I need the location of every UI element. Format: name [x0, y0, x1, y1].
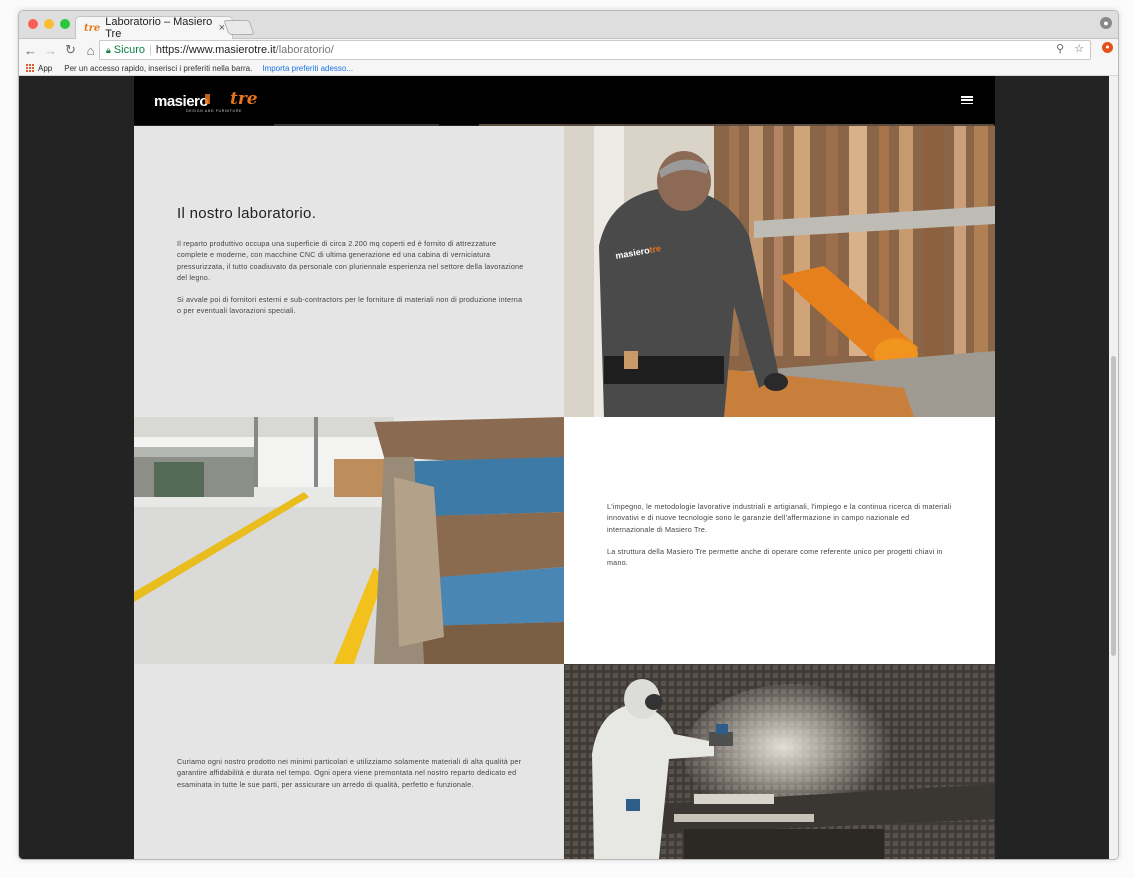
logo-accent-text: tre — [230, 91, 258, 109]
paint-booth-photo — [564, 664, 995, 859]
profile-icon[interactable]: ● — [1100, 17, 1112, 29]
logo-primary-text: masiero — [154, 93, 208, 110]
worker-saw-image: masierotre — [564, 126, 995, 417]
timber-photo — [134, 417, 564, 664]
window-controls — [28, 19, 70, 29]
site-content: masiero tre DESIGN AND FURNITURE Il nost… — [134, 76, 995, 859]
bookmarks-bar: App Per un accesso rapido, inserisci i p… — [19, 61, 1118, 76]
page-scrollbar[interactable] — [1109, 76, 1118, 859]
methods-panel: L'impegno, le metodologie lavorative ind… — [564, 417, 995, 664]
minimize-window-button[interactable] — [44, 19, 54, 29]
page-viewport: masiero tre DESIGN AND FURNITURE Il nost… — [19, 76, 1109, 859]
separator: | — [148, 44, 152, 56]
maximize-window-button[interactable] — [60, 19, 70, 29]
menu-icon[interactable] — [961, 96, 973, 104]
quality-panel: Curiamo ogni nostro prodotto nei minimi … — [134, 664, 564, 859]
reload-icon[interactable]: ↻ — [62, 42, 79, 58]
address-bar[interactable]: 🔒︎ Sicuro | https://www.masierotre.it /l… — [99, 40, 1091, 60]
import-bookmarks-link[interactable]: Importa preferiti adesso... — [262, 64, 353, 73]
tab-active[interactable]: tre Laboratorio – Masiero Tre × — [75, 16, 233, 40]
secure-label: Sicuro — [113, 44, 145, 56]
masiero-tre-logo[interactable]: masiero tre DESIGN AND FURNITURE — [154, 91, 269, 113]
methods-paragraph-2: La struttura della Masiero Tre permette … — [607, 546, 943, 568]
intro-panel: Il nostro laboratorio. Il reparto produt… — [134, 126, 564, 417]
intro-paragraph-2: Si avvale poi di fornitori esterni e sub… — [177, 295, 523, 316]
home-icon[interactable]: ⌂ — [82, 43, 99, 58]
omnibox-icons: ⚲ ☆ — [1056, 42, 1084, 55]
browser-window: tre Laboratorio – Masiero Tre × ● ← → ↻ … — [18, 10, 1119, 860]
zoom-icon[interactable]: ⚲ — [1056, 42, 1064, 55]
spray-painting-image — [564, 664, 995, 859]
bookmark-star-icon[interactable]: ☆ — [1074, 42, 1084, 55]
methods-paragraph-1: L'impegno, le metodologie lavorative ind… — [607, 502, 952, 534]
back-icon[interactable]: ← — [22, 43, 39, 58]
forward-icon[interactable]: → — [42, 43, 59, 58]
wood-planks-image — [134, 417, 564, 664]
url-path: /laboratorio/ — [275, 44, 334, 56]
quality-paragraph: Curiamo ogni nostro prodotto nei minimi … — [177, 757, 522, 789]
apps-grid-icon[interactable] — [26, 64, 34, 72]
page-title: Il nostro laboratorio. — [177, 205, 317, 222]
browser-toolbar: ← → ↻ ⌂ 🔒︎ Sicuro | https://www.masierot… — [19, 39, 1118, 61]
extension-icon[interactable]: ● — [1102, 42, 1113, 53]
intro-paragraph-1: Il reparto produttivo occupa una superfi… — [177, 239, 524, 282]
logo-tagline: DESIGN AND FURNITURE — [186, 109, 242, 113]
new-tab-button[interactable] — [223, 20, 255, 35]
tab-title: Laboratorio – Masiero Tre — [105, 16, 213, 40]
apps-shortcut[interactable]: App — [38, 64, 52, 73]
close-window-button[interactable] — [28, 19, 38, 29]
site-favicon-icon: tre — [84, 22, 101, 34]
tab-strip: tre Laboratorio – Masiero Tre × ● — [19, 11, 1118, 40]
bookmarks-hint: Per un accesso rapido, inserisci i prefe… — [64, 63, 253, 73]
scrollbar-thumb[interactable] — [1111, 356, 1116, 656]
lock-icon: 🔒︎ — [106, 44, 111, 55]
url-host: https://www.masierotre.it — [155, 44, 276, 56]
workshop-photo: masierotre — [564, 126, 995, 417]
site-header: masiero tre DESIGN AND FURNITURE — [134, 76, 995, 125]
